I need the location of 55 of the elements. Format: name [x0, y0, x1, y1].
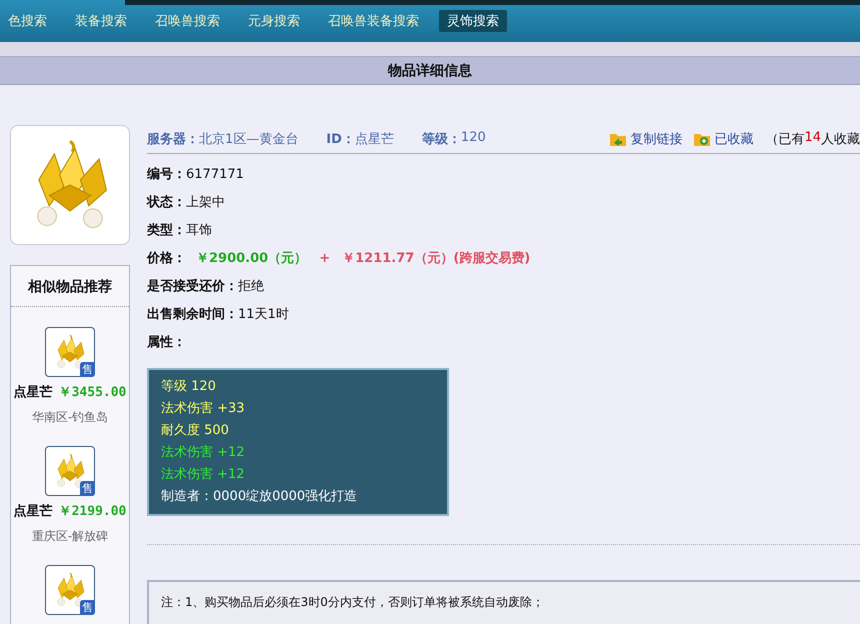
field-label: 服务器： [147, 131, 199, 148]
price-value: ￥2900.00（元） [196, 250, 308, 267]
attribute-line: 法术伤害 +12 [161, 466, 246, 484]
folder-plus-icon [694, 132, 710, 146]
field-value: 11天1时 [238, 306, 289, 323]
field-label: 价格： [147, 250, 186, 267]
field-label: 状态： [147, 194, 186, 211]
notice-text: 注：1、购买物品后必须在3时0分内支付，否则订单将被系统自动废除； [161, 595, 544, 609]
field-label: 是否接受还价： [147, 278, 238, 295]
favorite-link[interactable]: 已收藏 [714, 130, 754, 148]
field-label: 等级： [422, 131, 461, 148]
nav-tab[interactable]: 召唤兽搜索 [147, 10, 228, 32]
sale-badge: 售 [80, 362, 95, 377]
field-label: 编号： [147, 166, 186, 183]
sale-badge: 售 [80, 481, 95, 496]
item-server: 重庆区-解放碑 [32, 528, 108, 545]
favorite-note: （已有 [765, 131, 804, 148]
level-value: 120 [460, 130, 486, 147]
item-price: ￥3455.00 [58, 384, 126, 401]
panel-title: 相似物品推荐 [28, 279, 112, 295]
field-label: ID： [326, 131, 355, 148]
item-thumbnail[interactable]: 售 [45, 327, 95, 377]
page-title: 物品详细信息 [388, 62, 472, 80]
field-value: 上架中 [186, 194, 225, 211]
folder-arrow-icon [610, 132, 626, 146]
plus-sign: + [319, 250, 330, 266]
nav-tab[interactable]: 召唤兽装备搜索 [320, 10, 427, 32]
field-value: 耳饰 [186, 222, 212, 239]
favorite-note: 人收藏 [821, 131, 860, 148]
nav-tab[interactable]: 元身搜索 [240, 10, 308, 32]
server-value: 北京1区—黄金台 [199, 131, 298, 148]
item-server: 华南区-钓鱼岛 [32, 409, 108, 426]
attribute-line: 制造者：0000绽放0000强化打造 [161, 488, 358, 506]
fee-value: ￥1211.77（元）(跨服交易费) [342, 250, 530, 267]
attribute-line: 法术伤害 +12 [161, 444, 246, 462]
attribute-line: 等级 120 [161, 378, 217, 396]
item-name[interactable]: 点星芒 [14, 383, 53, 401]
id-value: 点星芒 [354, 131, 394, 148]
field-label: 出售剩余时间： [147, 306, 238, 323]
sale-badge: 售 [80, 600, 95, 615]
field-value: 拒绝 [238, 278, 264, 295]
field-value: 6177171 [186, 166, 244, 182]
nav-tab[interactable]: 灵饰搜索 [439, 10, 507, 32]
copy-link[interactable]: 复制链接 [630, 130, 682, 148]
favorite-count: 14 [804, 130, 821, 147]
item-price: ￥2199.00 [58, 503, 126, 520]
field-label: 属性： [147, 334, 186, 351]
attribute-line: 耐久度 500 [161, 422, 230, 440]
item-thumbnail[interactable]: 售 [45, 565, 95, 615]
attribute-line: 法术伤害 +33 [161, 400, 246, 418]
field-label: 类型： [147, 222, 186, 239]
nav-tab[interactable]: 色搜索 [0, 10, 55, 32]
nav-tab[interactable]: 装备搜索 [67, 10, 135, 32]
item-name[interactable]: 点星芒 [14, 502, 53, 520]
item-thumbnail[interactable]: 售 [45, 446, 95, 496]
